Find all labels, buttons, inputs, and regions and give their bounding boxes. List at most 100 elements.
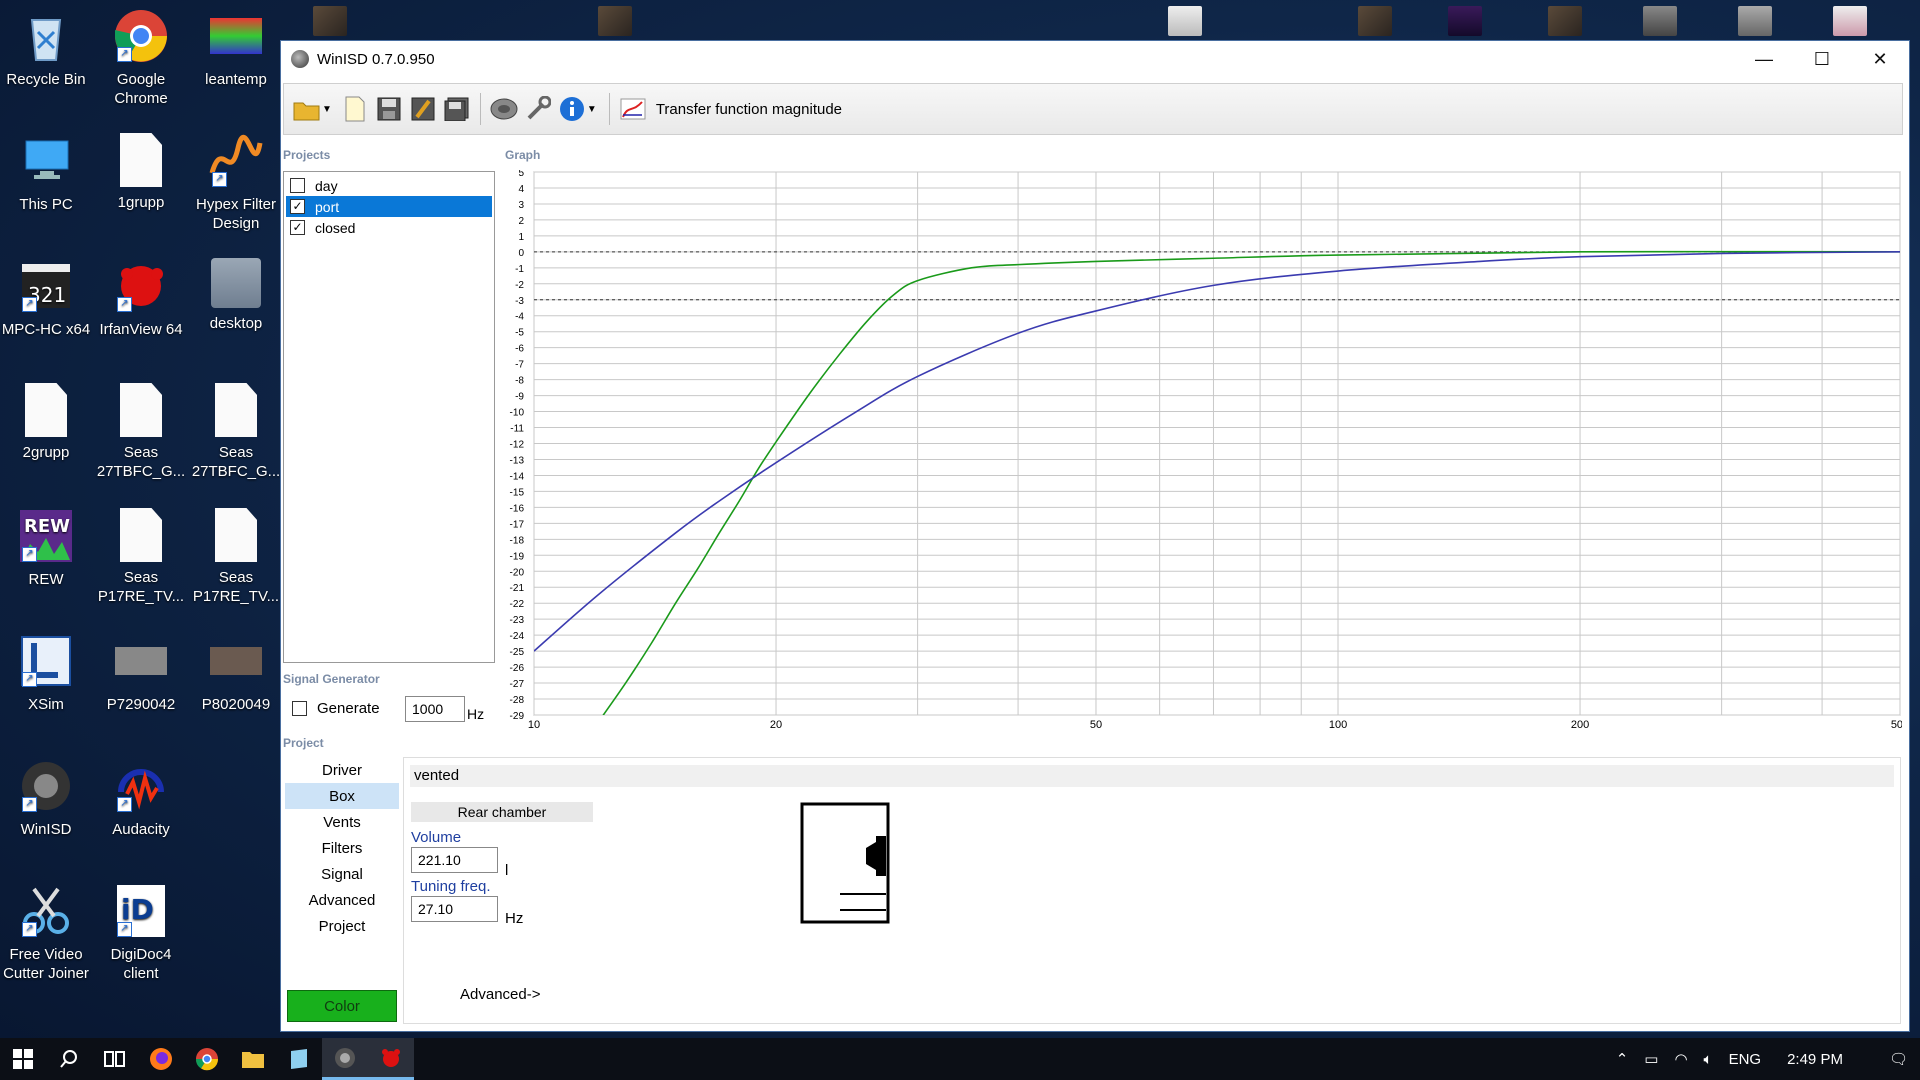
nav-item-driver[interactable]: Driver <box>285 757 399 783</box>
graph-icon[interactable] <box>618 94 648 124</box>
info-icon[interactable] <box>557 94 587 124</box>
save-icon[interactable] <box>374 94 404 124</box>
desktop-icon-2grupp[interactable]: 2grupp <box>1 383 91 462</box>
nav-item-vents[interactable]: Vents <box>285 809 399 835</box>
x-tick-label: 200 <box>1571 719 1589 730</box>
minimize-button[interactable]: — <box>1735 41 1793 77</box>
desktop-icon-google-chrome[interactable]: ↗ Google Chrome <box>96 8 186 108</box>
close-button[interactable]: ✕ <box>1851 41 1909 77</box>
volume-input[interactable]: 221.10 <box>411 847 498 873</box>
desktop-icon-hypex-filter-design[interactable]: ↗ Hypex Filter Design <box>191 133 281 233</box>
task-view-icon[interactable] <box>92 1038 138 1080</box>
wifi-icon[interactable]: ◠ <box>1674 1050 1687 1068</box>
clock[interactable]: 2:49 PM <box>1787 1051 1843 1068</box>
project-checkbox[interactable]: ✓ <box>290 220 305 235</box>
nav-item-project[interactable]: Project <box>285 913 399 939</box>
chevron-down-icon[interactable]: ▼ <box>322 104 332 115</box>
project-checkbox[interactable] <box>290 178 305 193</box>
open-folder-icon[interactable] <box>292 94 322 124</box>
box-type-dropdown[interactable]: vented <box>410 765 1894 787</box>
title-bar[interactable]: WinISD 0.7.0.950 — ☐ ✕ <box>281 41 1909 77</box>
desktop-icon-winisd[interactable]: ↗ WinISD <box>1 758 91 839</box>
y-tick-label: -29 <box>510 711 525 722</box>
desktop-icon-1grupp[interactable]: 1grupp <box>96 133 186 212</box>
mpc-hc-icon: 321 ↗ <box>18 258 74 314</box>
new-file-icon[interactable] <box>340 94 370 124</box>
desktop-thumbnail[interactable] <box>1358 6 1392 36</box>
generate-row: Generate <box>292 700 380 717</box>
chevron-up-icon[interactable]: ⌃ <box>1616 1050 1629 1068</box>
chevron-down-icon[interactable]: ▼ <box>587 104 597 115</box>
desktop-thumbnail[interactable] <box>1833 6 1867 36</box>
desktop-icon-recycle-bin[interactable]: Recycle Bin <box>1 8 91 89</box>
desktop-icon-free-video-cutter[interactable]: ↗ Free Video Cutter Joiner <box>1 883 91 983</box>
notifications-icon[interactable]: 🗨︎ <box>1889 1050 1908 1068</box>
tab-rear-chamber[interactable]: Rear chamber <box>411 802 593 822</box>
notepad-icon[interactable] <box>276 1038 322 1080</box>
language-indicator[interactable]: ENG <box>1729 1051 1762 1068</box>
desktop-icon-label: desktop <box>209 315 263 332</box>
project-item-day[interactable]: day <box>286 175 492 196</box>
generate-label[interactable]: Generate <box>317 700 380 717</box>
generator-frequency-input[interactable]: 1000 <box>405 696 465 722</box>
nav-item-filters[interactable]: Filters <box>285 835 399 861</box>
graph-type-label[interactable]: Transfer function magnitude <box>656 101 842 118</box>
winisd-taskbar-icon[interactable] <box>322 1038 368 1080</box>
tuning-freq-input[interactable]: 27.10 <box>411 896 498 922</box>
desktop-icon-seas-p17re-2[interactable]: Seas P17RE_TV... <box>191 508 281 606</box>
nav-item-advanced[interactable]: Advanced <box>285 887 399 913</box>
generate-checkbox[interactable] <box>292 701 307 716</box>
desktop-thumbnail[interactable] <box>1548 6 1582 36</box>
save-edit-icon[interactable] <box>408 94 438 124</box>
search-icon[interactable] <box>46 1038 92 1080</box>
project-item-closed[interactable]: ✓ closed <box>286 217 492 238</box>
desktop-thumbnail[interactable] <box>1448 6 1482 36</box>
toolbar: ▼ ▼ Transfer function magnitude <box>283 83 1903 135</box>
driver-icon[interactable] <box>489 94 519 124</box>
tools-icon[interactable] <box>523 94 553 124</box>
rew-icon: REW ↗ <box>18 508 74 564</box>
desktop-icon-mpc-hc[interactable]: 321 ↗ MPC-HC x64 <box>1 258 91 339</box>
volume-icon[interactable]: 🔈︎ <box>1704 1051 1713 1068</box>
file-icon <box>215 383 257 437</box>
desktop-icon-p8020049[interactable]: P8020049 <box>191 633 281 714</box>
desktop-icon-p7290042[interactable]: P7290042 <box>96 633 186 714</box>
desktop-icon-digidoc4[interactable]: iD ↗ DigiDoc4 client <box>96 883 186 983</box>
y-tick-label: -26 <box>510 663 525 674</box>
save-all-icon[interactable] <box>442 94 472 124</box>
file-explorer-icon[interactable] <box>230 1038 276 1080</box>
desktop-icon-seas-27tbfc-2[interactable]: Seas 27TBFC_G... <box>191 383 281 481</box>
chrome-taskbar-icon[interactable] <box>184 1038 230 1080</box>
advanced-link[interactable]: Advanced-> <box>460 986 540 1003</box>
desktop-icon-this-pc[interactable]: This PC <box>1 133 91 214</box>
nav-item-box[interactable]: Box <box>285 783 399 809</box>
project-item-port[interactable]: ✓ port <box>286 196 492 217</box>
desktop-thumbnail[interactable] <box>598 6 632 36</box>
start-button[interactable] <box>0 1038 46 1080</box>
desktop-icon-desktop[interactable]: desktop <box>191 258 281 333</box>
vented-box-diagram <box>800 802 890 924</box>
desktop-icon-leantemp[interactable]: leantemp <box>191 8 281 89</box>
y-tick-label: -21 <box>510 583 525 594</box>
nav-item-signal[interactable]: Signal <box>285 861 399 887</box>
transfer-function-graph[interactable]: 543210-1-2-3-4-5-6-7-8-9-10-11-12-13-14-… <box>500 170 1902 730</box>
desktop-icon-xsim[interactable]: ↗ XSim <box>1 633 91 714</box>
irfanview-taskbar-icon[interactable] <box>368 1038 414 1080</box>
desktop-thumbnail[interactable] <box>1738 6 1772 36</box>
desktop-icon-seas-p17re-1[interactable]: Seas P17RE_TV... <box>96 508 186 606</box>
battery-icon[interactable]: ▭ <box>1644 1050 1658 1068</box>
desktop-thumbnail[interactable] <box>1643 6 1677 36</box>
y-tick-label: -11 <box>510 424 524 435</box>
desktop-thumbnail[interactable] <box>1168 6 1202 36</box>
desktop-icon-irfanview[interactable]: ↗ IrfanView 64 <box>96 258 186 339</box>
desktop-icon-audacity[interactable]: ↗ Audacity <box>96 758 186 839</box>
file-icon <box>215 508 257 562</box>
maximize-button[interactable]: ☐ <box>1793 41 1851 77</box>
desktop-thumbnail[interactable] <box>313 6 347 36</box>
firefox-icon[interactable] <box>138 1038 184 1080</box>
color-button[interactable]: Color <box>287 990 397 1022</box>
y-tick-label: -27 <box>510 679 525 690</box>
desktop-icon-rew[interactable]: REW ↗ REW <box>1 508 91 589</box>
desktop-icon-seas-27tbfc-1[interactable]: Seas 27TBFC_G... <box>96 383 186 481</box>
project-checkbox[interactable]: ✓ <box>290 199 305 214</box>
